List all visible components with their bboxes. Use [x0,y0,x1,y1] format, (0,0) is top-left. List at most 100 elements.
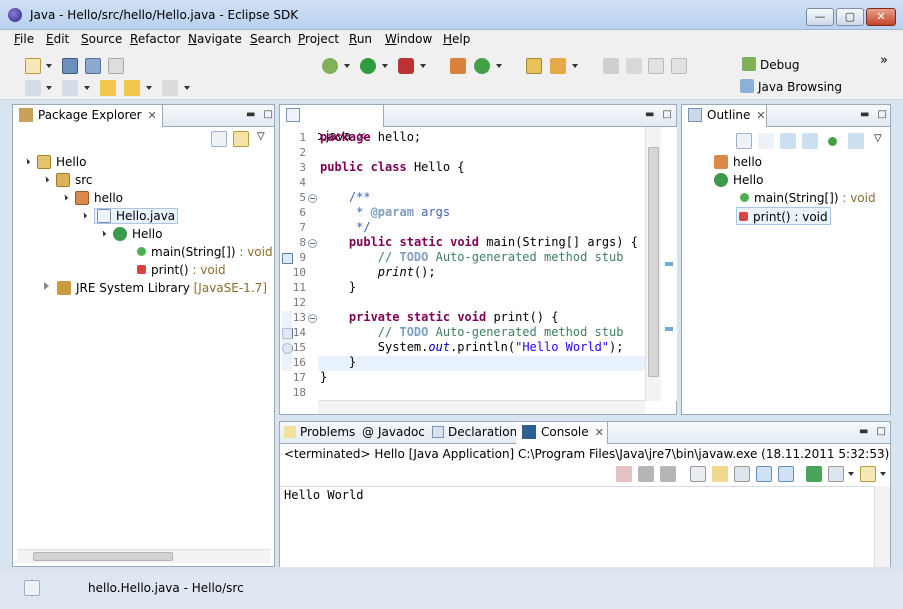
fold-icon[interactable] [308,194,317,203]
previous-annotation-icon[interactable] [62,80,78,96]
scrollbar-thumb[interactable] [648,147,659,377]
fast-view-icon[interactable] [24,580,40,596]
code-line[interactable]: } [320,370,327,384]
tab-console[interactable]: Console ✕ [516,422,608,444]
maximize-button[interactable]: ▢ [836,8,864,26]
display-console-dropdown-icon[interactable] [848,472,854,476]
more-perspectives-button[interactable]: » [880,53,888,68]
new-java-package-icon[interactable] [450,58,466,74]
tab-outline[interactable]: Outline ✕ [682,105,767,127]
expand-icon[interactable] [61,194,69,201]
code-line[interactable]: private static void print() { [320,310,559,324]
debug-dropdown-icon[interactable] [344,64,350,68]
menu-project[interactable]: Project [298,32,339,46]
hide-non-public-icon[interactable] [828,137,837,146]
tree-src[interactable]: src [42,171,93,189]
code-line[interactable]: // TODO Auto-generated method stub [320,250,624,264]
close-button[interactable]: ✕ [866,8,896,26]
remove-all-terminated-icon[interactable] [660,466,676,482]
new-class-dropdown-icon[interactable] [496,64,502,68]
code-line[interactable]: package hello; [320,130,421,144]
scroll-lock-icon[interactable] [712,466,728,482]
outline-package[interactable]: hello [714,153,762,171]
save-all-icon[interactable] [85,58,101,74]
forward-icon[interactable] [162,80,178,96]
next-annotation-icon[interactable] [25,80,41,96]
code-line[interactable]: public static void main(String[] args) { [320,235,638,249]
outline-class[interactable]: Hello [714,171,763,189]
hide-static-icon[interactable] [802,133,818,149]
clear-console-icon[interactable] [690,466,706,482]
hide-fields-icon[interactable] [780,133,796,149]
highlight-icon[interactable] [626,58,642,74]
expand-icon[interactable] [80,212,88,219]
code-line[interactable]: } [320,355,356,369]
block-selection-icon[interactable] [648,58,664,74]
external-tools-dropdown-icon[interactable] [420,64,426,68]
tab-javadoc[interactable]: @ Javadoc [362,425,425,439]
view-menu-icon[interactable]: ▽ [257,131,265,142]
last-edit-location-icon[interactable] [100,80,116,96]
remove-launch-icon[interactable] [638,466,654,482]
menu-edit[interactable]: Edit [46,32,69,46]
next-annotation-dropdown-icon[interactable] [46,86,52,90]
menu-help[interactable]: Help [443,32,470,46]
menu-window[interactable]: Window [385,32,432,46]
maximize-view-icon[interactable]: □ [877,109,886,120]
code-line[interactable]: } [320,280,356,294]
task-marker-icon[interactable] [282,253,293,264]
minimize-view-icon[interactable]: ▬ [645,109,654,120]
scrollbar-thumb[interactable] [33,552,173,561]
terminate-icon[interactable] [616,466,632,482]
minimize-view-icon[interactable]: ▬ [860,109,869,120]
pin-console-icon[interactable] [806,466,822,482]
previous-annotation-dropdown-icon[interactable] [84,86,90,90]
open-console-icon[interactable] [860,466,876,482]
close-icon[interactable]: ✕ [595,426,604,439]
minimize-view-icon[interactable]: ▬ [246,109,255,120]
outline-method-main[interactable]: main(String[]) : void [740,189,876,207]
maximize-view-icon[interactable]: □ [662,109,671,120]
forward-dropdown-icon[interactable] [184,86,190,90]
maximize-view-icon[interactable]: □ [876,426,885,437]
tab-package-explorer[interactable]: Package Explorer ✕ [13,105,163,127]
word-wrap-icon[interactable] [734,466,750,482]
maximize-view-icon[interactable]: □ [263,109,272,120]
menu-run[interactable]: Run [349,32,372,46]
tree-project[interactable]: Hello [23,153,86,171]
open-type-icon[interactable] [526,58,542,74]
tree-jre[interactable]: JRE System Library [JavaSE-1.7] [44,279,267,297]
close-icon[interactable]: ✕ [756,109,765,122]
tab-declaration[interactable]: Declaration [432,425,517,439]
console-output-area[interactable] [280,486,876,567]
menu-file[interactable]: File [14,32,34,46]
search-dropdown-icon[interactable] [572,64,578,68]
open-console-dropdown-icon[interactable] [880,472,886,476]
code-line[interactable]: public class Hello { [320,160,465,174]
show-on-stderr-icon[interactable] [778,466,794,482]
code-line[interactable]: */ [320,220,370,234]
new-dropdown-icon[interactable] [46,64,52,68]
menu-source[interactable]: Source [81,32,122,46]
perspective-java-browsing[interactable]: Java Browsing [740,79,842,94]
save-icon[interactable] [62,58,78,74]
back-icon[interactable] [124,80,140,96]
run-icon[interactable] [360,58,376,74]
collapse-icon[interactable] [44,282,49,290]
code-line[interactable]: print(); [320,265,436,279]
show-on-stdout-icon[interactable] [756,466,772,482]
code-line[interactable]: // TODO Auto-generated method stub [320,325,624,339]
expand-icon[interactable] [99,230,107,237]
task-overview-marker[interactable] [665,327,673,331]
collapse-all-icon[interactable] [211,131,227,147]
link-with-editor-icon[interactable] [233,131,249,147]
outline-method-print[interactable]: print() : void [736,207,831,225]
close-icon[interactable]: ✕ [148,109,157,122]
code-line[interactable]: /** [320,190,371,204]
fold-icon[interactable] [308,314,317,323]
tab-problems[interactable]: Problems [284,425,355,439]
minimize-view-icon[interactable]: ▬ [859,426,868,437]
show-whitespace-icon[interactable] [671,58,687,74]
menu-refactor[interactable]: Refactor [130,32,180,46]
tree-method-main[interactable]: main(String[]) : void [137,243,273,261]
